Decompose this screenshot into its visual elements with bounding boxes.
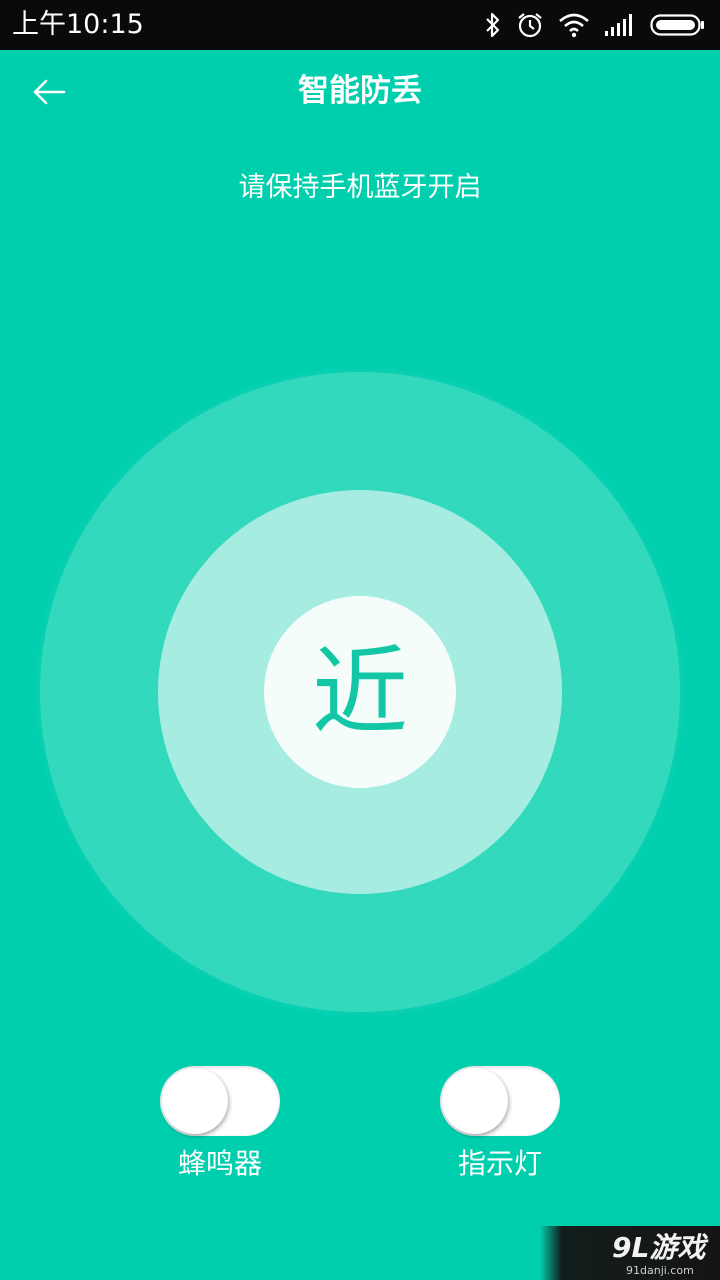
indicator-light-toggle-knob	[442, 1068, 508, 1134]
buzzer-toggle-knob	[162, 1068, 228, 1134]
status-icons	[484, 10, 706, 40]
buzzer-label: 蜂鸣器	[177, 1147, 262, 1180]
buzzer-toggle[interactable]	[160, 1066, 280, 1136]
watermark: 9L游戏 91danji.com	[540, 1226, 720, 1280]
bluetooth-hint: 请保持手机蓝牙开启	[238, 172, 482, 203]
indicator-light-label: 指示灯	[457, 1147, 542, 1180]
watermark-domain: 91danji.com	[626, 1264, 694, 1277]
indicator-light-toggle[interactable]	[440, 1066, 560, 1136]
status-time: 上午10:15	[12, 9, 144, 40]
bluetooth-icon	[484, 11, 502, 39]
page-title: 智能防丢	[298, 73, 422, 109]
wifi-icon	[558, 12, 590, 38]
battery-icon	[650, 13, 706, 37]
signal-icon	[604, 13, 636, 37]
status-bar: 上午10:15	[0, 0, 720, 50]
app-bar: 智能防丢	[0, 50, 720, 134]
distance-label: 近	[312, 636, 408, 748]
alarm-icon	[516, 11, 544, 39]
watermark-logo: 9L游戏	[612, 1231, 706, 1264]
